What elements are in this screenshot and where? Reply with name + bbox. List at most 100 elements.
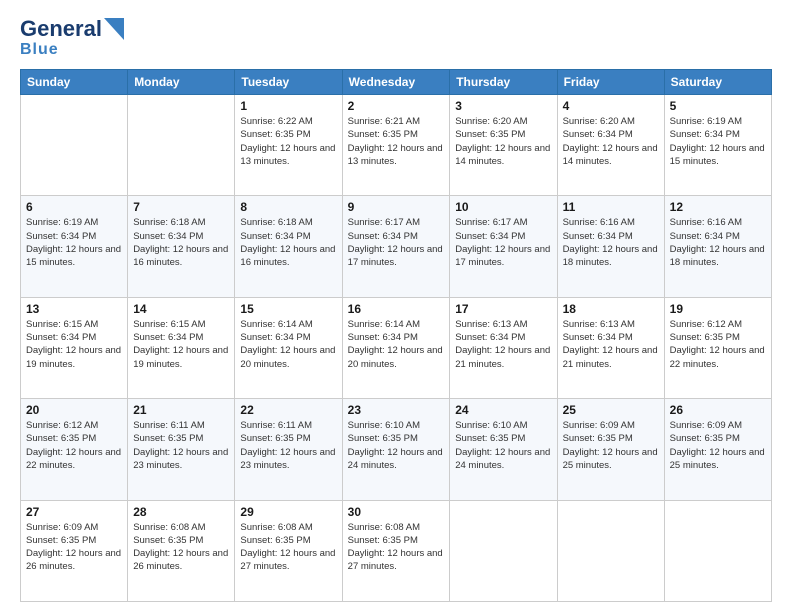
calendar-table: SundayMondayTuesdayWednesdayThursdayFrid… — [20, 69, 772, 602]
day-number: 29 — [240, 505, 336, 519]
calendar-cell: 14 Sunrise: 6:15 AMSunset: 6:34 PMDaylig… — [128, 297, 235, 398]
day-number: 28 — [133, 505, 229, 519]
day-info: Sunrise: 6:08 AMSunset: 6:35 PMDaylight:… — [133, 522, 228, 573]
day-number: 13 — [26, 302, 122, 316]
day-info: Sunrise: 6:19 AMSunset: 6:34 PMDaylight:… — [670, 116, 765, 167]
weekday-header-saturday: Saturday — [664, 70, 771, 95]
calendar-cell: 5 Sunrise: 6:19 AMSunset: 6:34 PMDayligh… — [664, 95, 771, 196]
calendar-cell: 9 Sunrise: 6:17 AMSunset: 6:34 PMDayligh… — [342, 196, 450, 297]
day-number: 21 — [133, 403, 229, 417]
day-number: 3 — [455, 99, 551, 113]
calendar-cell: 17 Sunrise: 6:13 AMSunset: 6:34 PMDaylig… — [450, 297, 557, 398]
calendar-cell: 22 Sunrise: 6:11 AMSunset: 6:35 PMDaylig… — [235, 399, 342, 500]
calendar-week-row: 6 Sunrise: 6:19 AMSunset: 6:34 PMDayligh… — [21, 196, 772, 297]
calendar-cell — [21, 95, 128, 196]
day-info: Sunrise: 6:10 AMSunset: 6:35 PMDaylight:… — [455, 420, 550, 471]
calendar-cell: 30 Sunrise: 6:08 AMSunset: 6:35 PMDaylig… — [342, 500, 450, 601]
logo-blue-label: Blue — [20, 41, 59, 58]
day-number: 8 — [240, 200, 336, 214]
day-info: Sunrise: 6:13 AMSunset: 6:34 PMDaylight:… — [455, 319, 550, 370]
calendar-cell: 20 Sunrise: 6:12 AMSunset: 6:35 PMDaylig… — [21, 399, 128, 500]
day-info: Sunrise: 6:17 AMSunset: 6:34 PMDaylight:… — [348, 217, 443, 268]
calendar-cell: 15 Sunrise: 6:14 AMSunset: 6:34 PMDaylig… — [235, 297, 342, 398]
weekday-header-sunday: Sunday — [21, 70, 128, 95]
calendar-cell: 21 Sunrise: 6:11 AMSunset: 6:35 PMDaylig… — [128, 399, 235, 500]
day-number: 5 — [670, 99, 766, 113]
calendar-cell: 3 Sunrise: 6:20 AMSunset: 6:35 PMDayligh… — [450, 95, 557, 196]
page: General Blue SundayMondayTuesdayWednesda… — [0, 0, 792, 612]
day-info: Sunrise: 6:14 AMSunset: 6:34 PMDaylight:… — [348, 319, 443, 370]
calendar-cell: 4 Sunrise: 6:20 AMSunset: 6:34 PMDayligh… — [557, 95, 664, 196]
weekday-header-tuesday: Tuesday — [235, 70, 342, 95]
calendar-cell: 29 Sunrise: 6:08 AMSunset: 6:35 PMDaylig… — [235, 500, 342, 601]
calendar-cell: 24 Sunrise: 6:10 AMSunset: 6:35 PMDaylig… — [450, 399, 557, 500]
day-info: Sunrise: 6:09 AMSunset: 6:35 PMDaylight:… — [26, 522, 121, 573]
day-number: 25 — [563, 403, 659, 417]
day-info: Sunrise: 6:13 AMSunset: 6:34 PMDaylight:… — [563, 319, 658, 370]
day-info: Sunrise: 6:15 AMSunset: 6:34 PMDaylight:… — [133, 319, 228, 370]
calendar-cell — [557, 500, 664, 601]
day-number: 4 — [563, 99, 659, 113]
calendar-cell: 13 Sunrise: 6:15 AMSunset: 6:34 PMDaylig… — [21, 297, 128, 398]
logo-triangle-icon — [104, 18, 124, 40]
day-number: 6 — [26, 200, 122, 214]
day-info: Sunrise: 6:18 AMSunset: 6:34 PMDaylight:… — [240, 217, 335, 268]
day-info: Sunrise: 6:19 AMSunset: 6:34 PMDaylight:… — [26, 217, 121, 268]
calendar-cell: 26 Sunrise: 6:09 AMSunset: 6:35 PMDaylig… — [664, 399, 771, 500]
calendar-cell: 25 Sunrise: 6:09 AMSunset: 6:35 PMDaylig… — [557, 399, 664, 500]
day-number: 17 — [455, 302, 551, 316]
day-info: Sunrise: 6:18 AMSunset: 6:34 PMDaylight:… — [133, 217, 228, 268]
day-info: Sunrise: 6:09 AMSunset: 6:35 PMDaylight:… — [670, 420, 765, 471]
day-info: Sunrise: 6:16 AMSunset: 6:34 PMDaylight:… — [563, 217, 658, 268]
day-number: 11 — [563, 200, 659, 214]
logo: General Blue — [20, 18, 124, 59]
day-number: 12 — [670, 200, 766, 214]
day-info: Sunrise: 6:15 AMSunset: 6:34 PMDaylight:… — [26, 319, 121, 370]
calendar-cell — [664, 500, 771, 601]
calendar-cell — [128, 95, 235, 196]
day-info: Sunrise: 6:16 AMSunset: 6:34 PMDaylight:… — [670, 217, 765, 268]
day-number: 7 — [133, 200, 229, 214]
calendar-cell: 2 Sunrise: 6:21 AMSunset: 6:35 PMDayligh… — [342, 95, 450, 196]
day-info: Sunrise: 6:20 AMSunset: 6:35 PMDaylight:… — [455, 116, 550, 167]
day-number: 14 — [133, 302, 229, 316]
calendar-cell — [450, 500, 557, 601]
calendar-cell: 8 Sunrise: 6:18 AMSunset: 6:34 PMDayligh… — [235, 196, 342, 297]
calendar-cell: 11 Sunrise: 6:16 AMSunset: 6:34 PMDaylig… — [557, 196, 664, 297]
day-info: Sunrise: 6:11 AMSunset: 6:35 PMDaylight:… — [133, 420, 228, 471]
calendar-week-row: 13 Sunrise: 6:15 AMSunset: 6:34 PMDaylig… — [21, 297, 772, 398]
calendar-cell: 27 Sunrise: 6:09 AMSunset: 6:35 PMDaylig… — [21, 500, 128, 601]
day-number: 16 — [348, 302, 445, 316]
day-info: Sunrise: 6:22 AMSunset: 6:35 PMDaylight:… — [240, 116, 335, 167]
calendar-cell: 12 Sunrise: 6:16 AMSunset: 6:34 PMDaylig… — [664, 196, 771, 297]
calendar-cell: 23 Sunrise: 6:10 AMSunset: 6:35 PMDaylig… — [342, 399, 450, 500]
day-number: 22 — [240, 403, 336, 417]
day-number: 23 — [348, 403, 445, 417]
calendar-cell: 28 Sunrise: 6:08 AMSunset: 6:35 PMDaylig… — [128, 500, 235, 601]
day-number: 27 — [26, 505, 122, 519]
calendar-cell: 19 Sunrise: 6:12 AMSunset: 6:35 PMDaylig… — [664, 297, 771, 398]
calendar-cell: 1 Sunrise: 6:22 AMSunset: 6:35 PMDayligh… — [235, 95, 342, 196]
day-info: Sunrise: 6:08 AMSunset: 6:35 PMDaylight:… — [348, 522, 443, 573]
day-number: 15 — [240, 302, 336, 316]
day-info: Sunrise: 6:10 AMSunset: 6:35 PMDaylight:… — [348, 420, 443, 471]
day-number: 2 — [348, 99, 445, 113]
day-number: 10 — [455, 200, 551, 214]
day-number: 1 — [240, 99, 336, 113]
logo-general: General — [20, 18, 102, 40]
day-number: 26 — [670, 403, 766, 417]
day-info: Sunrise: 6:09 AMSunset: 6:35 PMDaylight:… — [563, 420, 658, 471]
header: General Blue — [20, 18, 772, 59]
calendar-week-row: 1 Sunrise: 6:22 AMSunset: 6:35 PMDayligh… — [21, 95, 772, 196]
day-number: 24 — [455, 403, 551, 417]
calendar-cell: 6 Sunrise: 6:19 AMSunset: 6:34 PMDayligh… — [21, 196, 128, 297]
day-info: Sunrise: 6:21 AMSunset: 6:35 PMDaylight:… — [348, 116, 443, 167]
weekday-header-row: SundayMondayTuesdayWednesdayThursdayFrid… — [21, 70, 772, 95]
weekday-header-monday: Monday — [128, 70, 235, 95]
calendar-cell: 10 Sunrise: 6:17 AMSunset: 6:34 PMDaylig… — [450, 196, 557, 297]
weekday-header-friday: Friday — [557, 70, 664, 95]
day-info: Sunrise: 6:14 AMSunset: 6:34 PMDaylight:… — [240, 319, 335, 370]
day-info: Sunrise: 6:12 AMSunset: 6:35 PMDaylight:… — [26, 420, 121, 471]
calendar-cell: 18 Sunrise: 6:13 AMSunset: 6:34 PMDaylig… — [557, 297, 664, 398]
day-info: Sunrise: 6:17 AMSunset: 6:34 PMDaylight:… — [455, 217, 550, 268]
